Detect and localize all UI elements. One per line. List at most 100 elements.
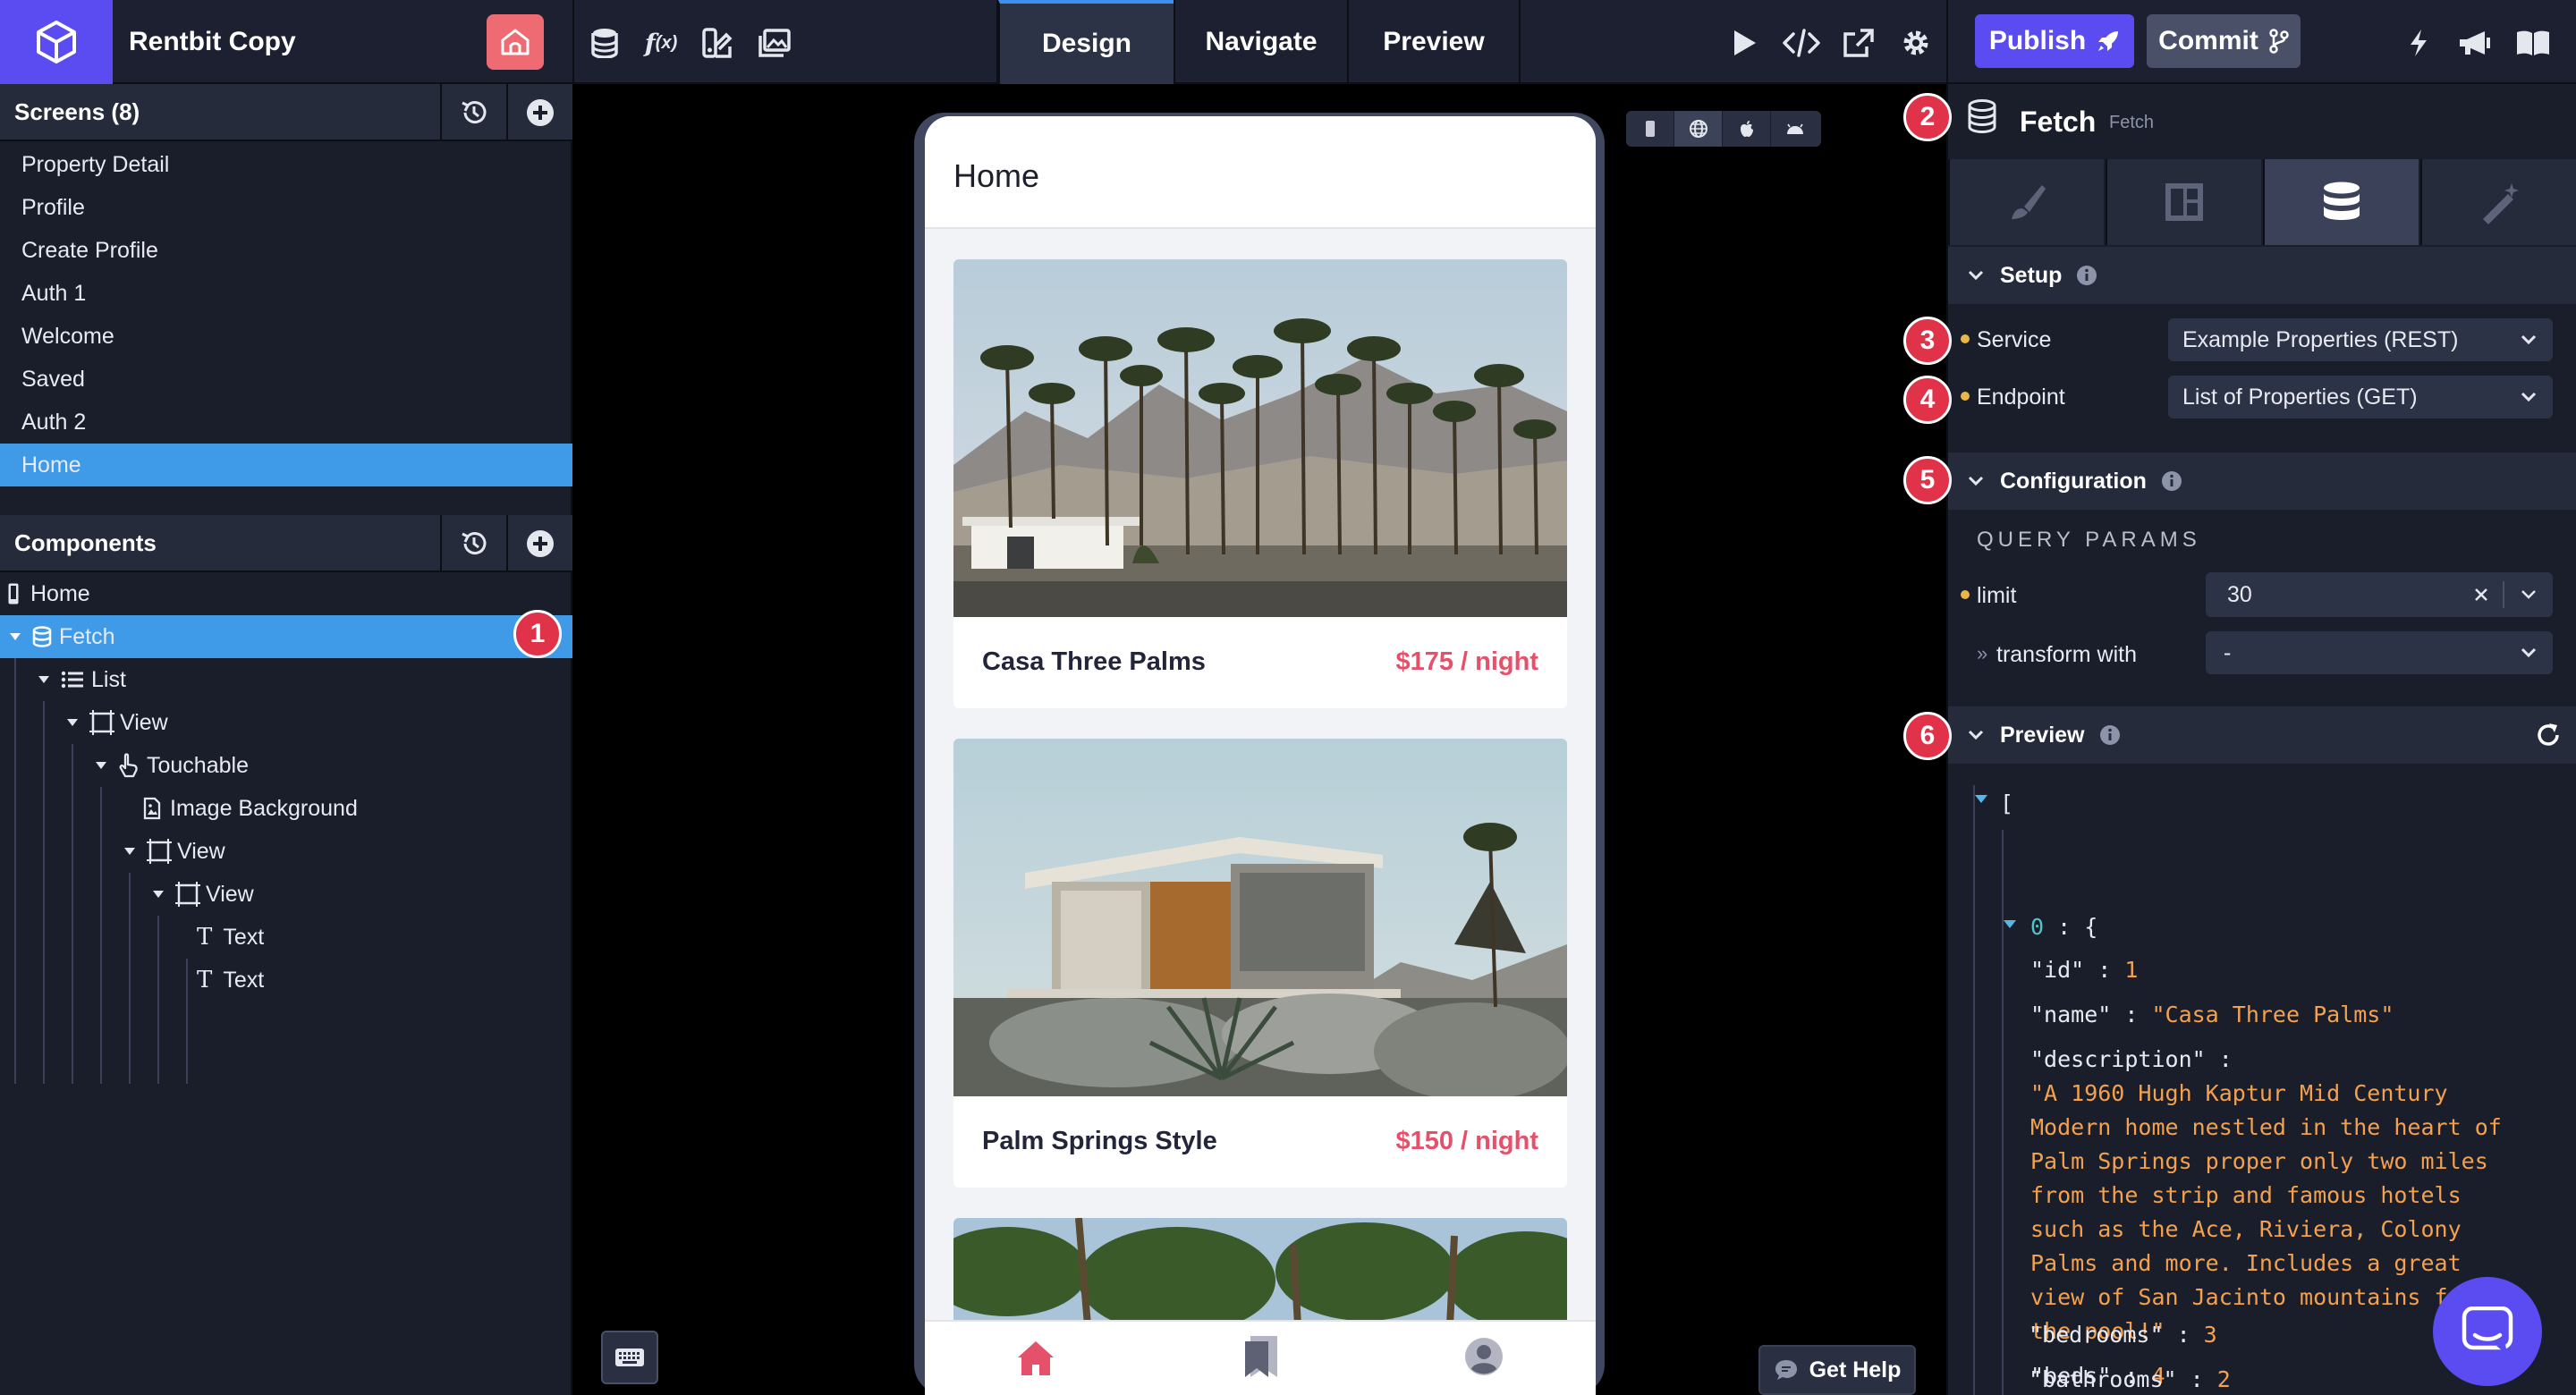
code-icon[interactable] — [1782, 25, 1821, 61]
saved-tab-icon[interactable] — [1241, 1334, 1281, 1379]
caret-down-icon[interactable] — [152, 890, 165, 899]
tree-item-image-background[interactable]: Image Background — [0, 787, 572, 830]
setup-section-header[interactable]: Setup — [1948, 247, 2576, 304]
add-screen-button[interactable] — [506, 84, 572, 141]
caret-down-icon[interactable] — [2002, 919, 2018, 930]
tree-item-touchable[interactable]: Touchable — [0, 744, 572, 787]
screen-item-auth-1[interactable]: Auth 1 — [0, 272, 572, 315]
profile-tab-icon[interactable] — [1463, 1336, 1504, 1377]
json-key: "description" — [2030, 1046, 2206, 1072]
info-icon[interactable] — [2099, 724, 2121, 746]
database-icon[interactable] — [587, 25, 623, 61]
android-device-button[interactable] — [1771, 111, 1819, 147]
components-history-button[interactable] — [440, 515, 506, 572]
add-component-button[interactable] — [506, 515, 572, 572]
endpoint-select[interactable]: List of Properties (GET) — [2168, 376, 2553, 418]
json-value: 2 — [2216, 1366, 2231, 1392]
tree-item-home[interactable]: Home — [0, 572, 572, 615]
tree-item-fetch[interactable]: Fetch — [0, 615, 572, 658]
tree-item-view[interactable]: View — [0, 873, 572, 916]
app-name: Rentbit Copy — [129, 27, 296, 56]
theme-icon[interactable] — [699, 25, 735, 61]
tab-data[interactable] — [2263, 159, 2419, 245]
configuration-title: Configuration — [2000, 468, 2147, 494]
support-chat-button[interactable] — [2433, 1277, 2542, 1386]
divider — [1946, 0, 1948, 84]
tree-item-view[interactable]: View — [0, 701, 572, 744]
refresh-icon[interactable] — [2535, 722, 2562, 748]
json-description-line: from the strip and famous hotels — [2030, 1182, 2462, 1208]
function-icon[interactable]: f (x) — [640, 25, 682, 61]
lightning-icon[interactable] — [2401, 25, 2436, 61]
json-description-line: Palm Springs proper only two miles — [2030, 1148, 2488, 1174]
configuration-section-header[interactable]: Configuration — [1948, 452, 2576, 510]
tree-item-label: Touchable — [147, 752, 249, 778]
caret-down-icon[interactable] — [66, 718, 79, 727]
media-icon[interactable] — [757, 25, 792, 61]
tab-preview[interactable]: Preview — [1347, 0, 1521, 84]
tab-interactions[interactable] — [2420, 159, 2576, 245]
chevron-down-icon[interactable] — [2521, 589, 2537, 600]
json-bathrooms-line: "bathrooms" : 2 — [2029, 1366, 2231, 1392]
screen-item-profile[interactable]: Profile — [0, 186, 572, 229]
home-tab-icon[interactable] — [1014, 1338, 1057, 1377]
json-description-key-line: "description" : — [2030, 1046, 2233, 1072]
preview-section-header[interactable]: Preview — [1948, 706, 2576, 764]
phone-tab-bar — [925, 1320, 1596, 1395]
app-logo[interactable] — [0, 0, 113, 84]
info-icon[interactable] — [2161, 470, 2182, 492]
screen-item-create-profile[interactable]: Create Profile — [0, 229, 572, 272]
megaphone-icon[interactable] — [2454, 25, 2494, 61]
service-select[interactable]: Example Properties (REST) — [2168, 318, 2553, 361]
keyboard-shortcuts-button[interactable] — [601, 1331, 658, 1384]
caret-down-icon[interactable] — [38, 675, 50, 684]
screen-item-saved[interactable]: Saved — [0, 358, 572, 401]
phone-device-button[interactable] — [1626, 111, 1674, 147]
tree-item-view[interactable]: View — [0, 830, 572, 873]
ios-device-button[interactable] — [1723, 111, 1771, 147]
json-name-line: "name" : "Casa Three Palms" — [2030, 1002, 2394, 1027]
clear-icon[interactable] — [2474, 588, 2488, 602]
tab-navigate[interactable]: Navigate — [1174, 0, 1347, 84]
plus-circle-icon — [527, 99, 554, 126]
caret-down-icon[interactable] — [9, 632, 21, 641]
caret-down-icon[interactable] — [1973, 794, 1989, 805]
get-help-button[interactable]: Get Help — [1758, 1345, 1916, 1395]
tree-item-text[interactable]: T Text — [0, 959, 572, 1002]
tab-design[interactable]: Design — [998, 0, 1174, 84]
tab-layout[interactable] — [2106, 159, 2261, 245]
apple-icon — [1740, 121, 1753, 137]
screen-item-home[interactable]: Home — [0, 444, 572, 486]
history-button[interactable] — [440, 84, 506, 141]
service-value: Example Properties (REST) — [2182, 326, 2459, 352]
book-icon[interactable] — [2513, 25, 2553, 61]
gear-icon[interactable] — [1898, 25, 1934, 61]
play-icon[interactable] — [1726, 25, 1762, 61]
tree-item-list[interactable]: List — [0, 658, 572, 701]
screen-item-property-detail[interactable]: Property Detail — [0, 143, 572, 186]
caret-down-icon[interactable] — [123, 847, 136, 856]
property-image — [953, 1218, 1567, 1325]
home-button[interactable] — [487, 14, 544, 70]
publish-button[interactable]: Publish — [1975, 14, 2134, 68]
limit-input[interactable]: 30 — [2206, 572, 2553, 617]
share-icon[interactable] — [1841, 25, 1877, 61]
property-card[interactable]: Palm Springs Style $150 / night — [953, 739, 1567, 1188]
annotation-badge: 3 — [1903, 317, 1952, 365]
screen-item-welcome[interactable]: Welcome — [0, 315, 572, 358]
web-device-button[interactable] — [1674, 111, 1723, 147]
history-icon — [462, 101, 487, 124]
property-card[interactable] — [953, 1218, 1567, 1325]
commit-button[interactable]: Commit — [2147, 14, 2301, 68]
info-icon[interactable] — [2076, 265, 2097, 286]
top-bar: Rentbit Copy f (x) Design Navigate Previe… — [0, 0, 2576, 84]
screen-item-auth-2[interactable]: Auth 2 — [0, 401, 572, 444]
tree-item-text[interactable]: T Text — [0, 916, 572, 959]
tab-style[interactable] — [1948, 159, 2104, 245]
transform-select[interactable]: - — [2206, 631, 2553, 674]
property-card[interactable]: Casa Three Palms $175 / night — [953, 259, 1567, 708]
json-index-line: 0 : { — [2030, 914, 2097, 940]
android-icon — [1787, 123, 1803, 134]
caret-down-icon[interactable] — [95, 761, 107, 770]
view-icon — [175, 882, 200, 907]
